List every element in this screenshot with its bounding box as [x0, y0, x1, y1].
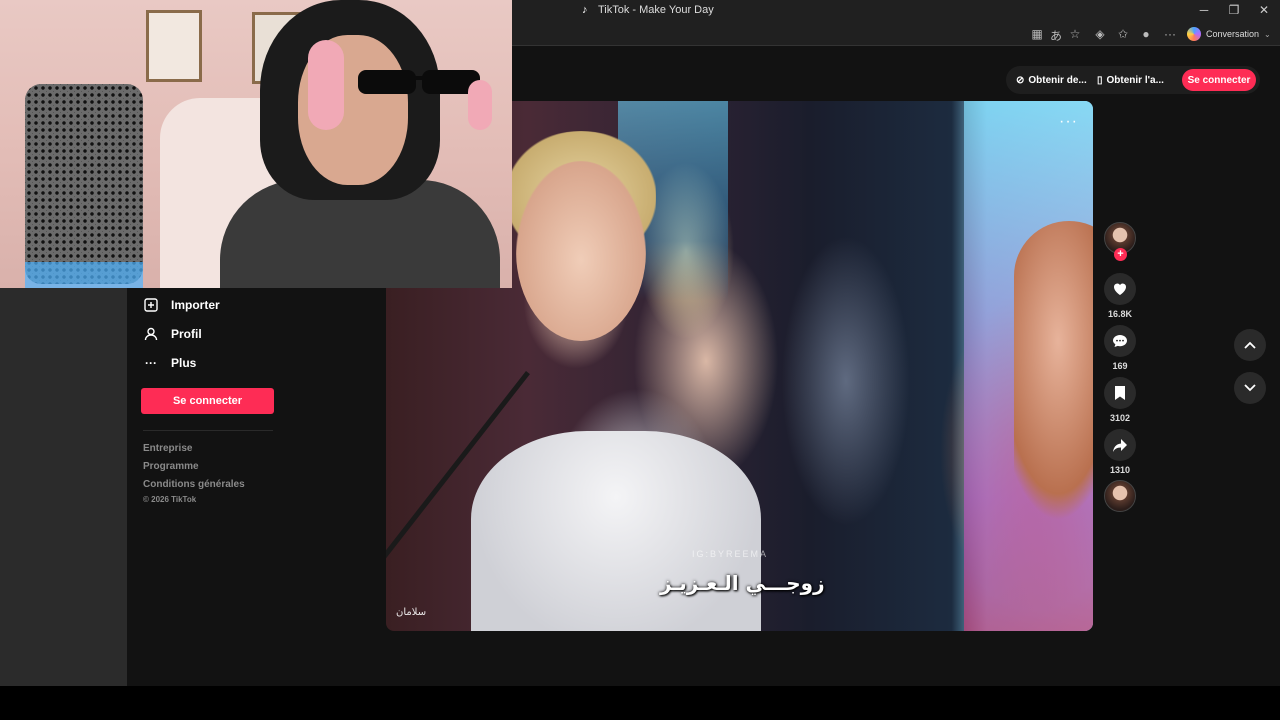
restore-button[interactable]: ❐: [1227, 3, 1241, 17]
share-count: 1310: [1109, 465, 1131, 475]
sidebar-item-label: Plus: [171, 356, 197, 370]
person-icon: [143, 326, 159, 342]
extensions-icon[interactable]: ◈: [1093, 27, 1107, 41]
sidebar-login-button[interactable]: Se connecter: [141, 388, 274, 414]
profile-avatar-icon[interactable]: ●: [1139, 27, 1153, 41]
get-coins-button[interactable]: ⊘ Obtenir de...: [1016, 70, 1087, 90]
translate-icon[interactable]: あ: [1049, 27, 1063, 44]
get-coins-label: Obtenir de...: [1028, 74, 1087, 86]
video-watermark: IG:BYREEMA: [692, 549, 769, 559]
sidebar-item-plus[interactable]: ··· Plus: [143, 355, 196, 371]
sidebar-item-label: Importer: [171, 298, 220, 312]
streamer: [220, 0, 500, 288]
window-title: ♪ TikTok - Make Your Day: [582, 4, 714, 16]
footer-link-programme[interactable]: Programme: [143, 461, 199, 472]
share-button[interactable]: [1104, 429, 1136, 461]
like-button[interactable]: [1104, 273, 1136, 305]
bookmark-icon: [1115, 386, 1125, 400]
sidebar-item-importer[interactable]: Importer: [143, 297, 220, 313]
wall-frame: [146, 10, 202, 82]
get-app-label: Obtenir l'a...: [1106, 74, 1164, 86]
phone-icon: ▯: [1097, 74, 1103, 86]
taskbar-gap: [0, 686, 1280, 720]
speaker: [25, 84, 143, 284]
follow-plus-icon[interactable]: +: [1114, 248, 1127, 261]
like-count: 16.8K: [1107, 309, 1133, 319]
get-app-button[interactable]: ▯ Obtenir l'a...: [1097, 70, 1164, 90]
more-icon: ···: [145, 356, 157, 370]
header-login-button[interactable]: Se connecter: [1182, 69, 1256, 91]
copilot-icon: [1187, 27, 1201, 41]
next-video-button[interactable]: [1234, 372, 1266, 404]
video-more-button[interactable]: ···: [1059, 113, 1078, 131]
upload-icon: [143, 297, 159, 313]
comment-icon: [1113, 335, 1127, 347]
comment-count: 169: [1112, 361, 1128, 371]
video-person-face: [516, 161, 646, 341]
sidebar-item-profil[interactable]: Profil: [143, 326, 202, 342]
comment-button[interactable]: [1104, 325, 1136, 357]
previous-video-button[interactable]: [1234, 329, 1266, 361]
footer-link-entreprise[interactable]: Entreprise: [143, 443, 192, 454]
settings-more-button[interactable]: ···: [1163, 27, 1177, 41]
heart-icon: [1113, 283, 1127, 295]
webcam-overlay: [0, 0, 512, 288]
left-gutter: [0, 288, 127, 686]
close-button[interactable]: ✕: [1257, 3, 1271, 17]
share-icon: [1113, 439, 1127, 452]
video-person-dress: [471, 431, 761, 631]
video-channel-logo: سلامان: [396, 607, 427, 618]
copyright-text: © 2026 TikTok: [143, 495, 197, 504]
window-title-text: TikTok - Make Your Day: [598, 4, 714, 16]
favorite-star-icon[interactable]: ☆: [1068, 27, 1082, 41]
sidebar-item-label: Profil: [171, 327, 202, 341]
copilot-conversation-button[interactable]: Conversation ⌄: [1187, 25, 1271, 43]
chevron-up-icon: [1244, 341, 1256, 349]
footer-link-conditions[interactable]: Conditions générales: [143, 479, 245, 490]
conversation-label: Conversation: [1206, 29, 1260, 39]
chevron-down-icon: [1244, 384, 1256, 392]
coin-icon: ⊘: [1016, 74, 1025, 86]
favorites-icon[interactable]: ✩: [1116, 27, 1130, 41]
headset-right: [468, 80, 492, 130]
speaker-light: [25, 262, 143, 288]
app-available-icon[interactable]: ▦: [1030, 27, 1044, 41]
sidebar-divider: [143, 430, 273, 431]
video-second-person: [1014, 221, 1093, 521]
chevron-down-icon: ⌄: [1264, 29, 1271, 39]
minimize-button[interactable]: ─: [1197, 3, 1211, 17]
headset-left: [308, 40, 344, 130]
save-button[interactable]: [1104, 377, 1136, 409]
video-caption: زوجـــي الـعـزيـز: [660, 571, 825, 595]
save-count: 3102: [1109, 413, 1131, 423]
tiktok-logo-icon: ♪: [582, 4, 588, 16]
music-disc-avatar[interactable]: [1104, 480, 1136, 512]
